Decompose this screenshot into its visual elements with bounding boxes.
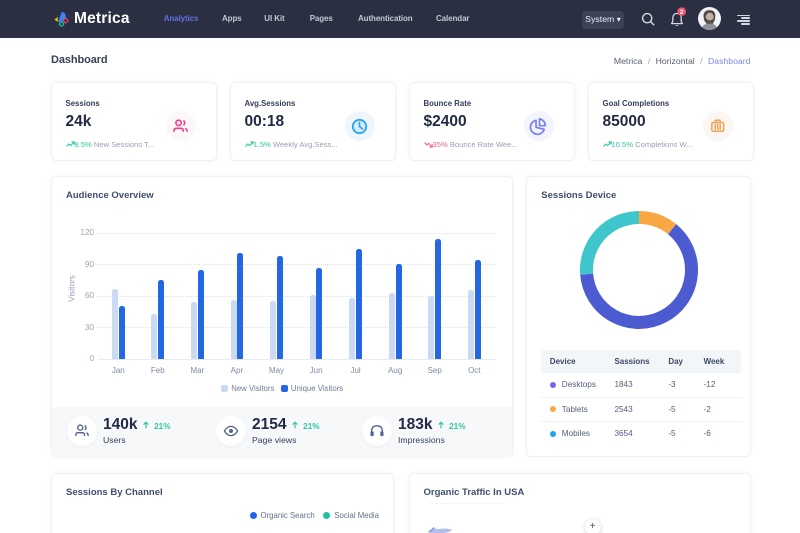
svg-text:2: 2 (680, 9, 684, 16)
